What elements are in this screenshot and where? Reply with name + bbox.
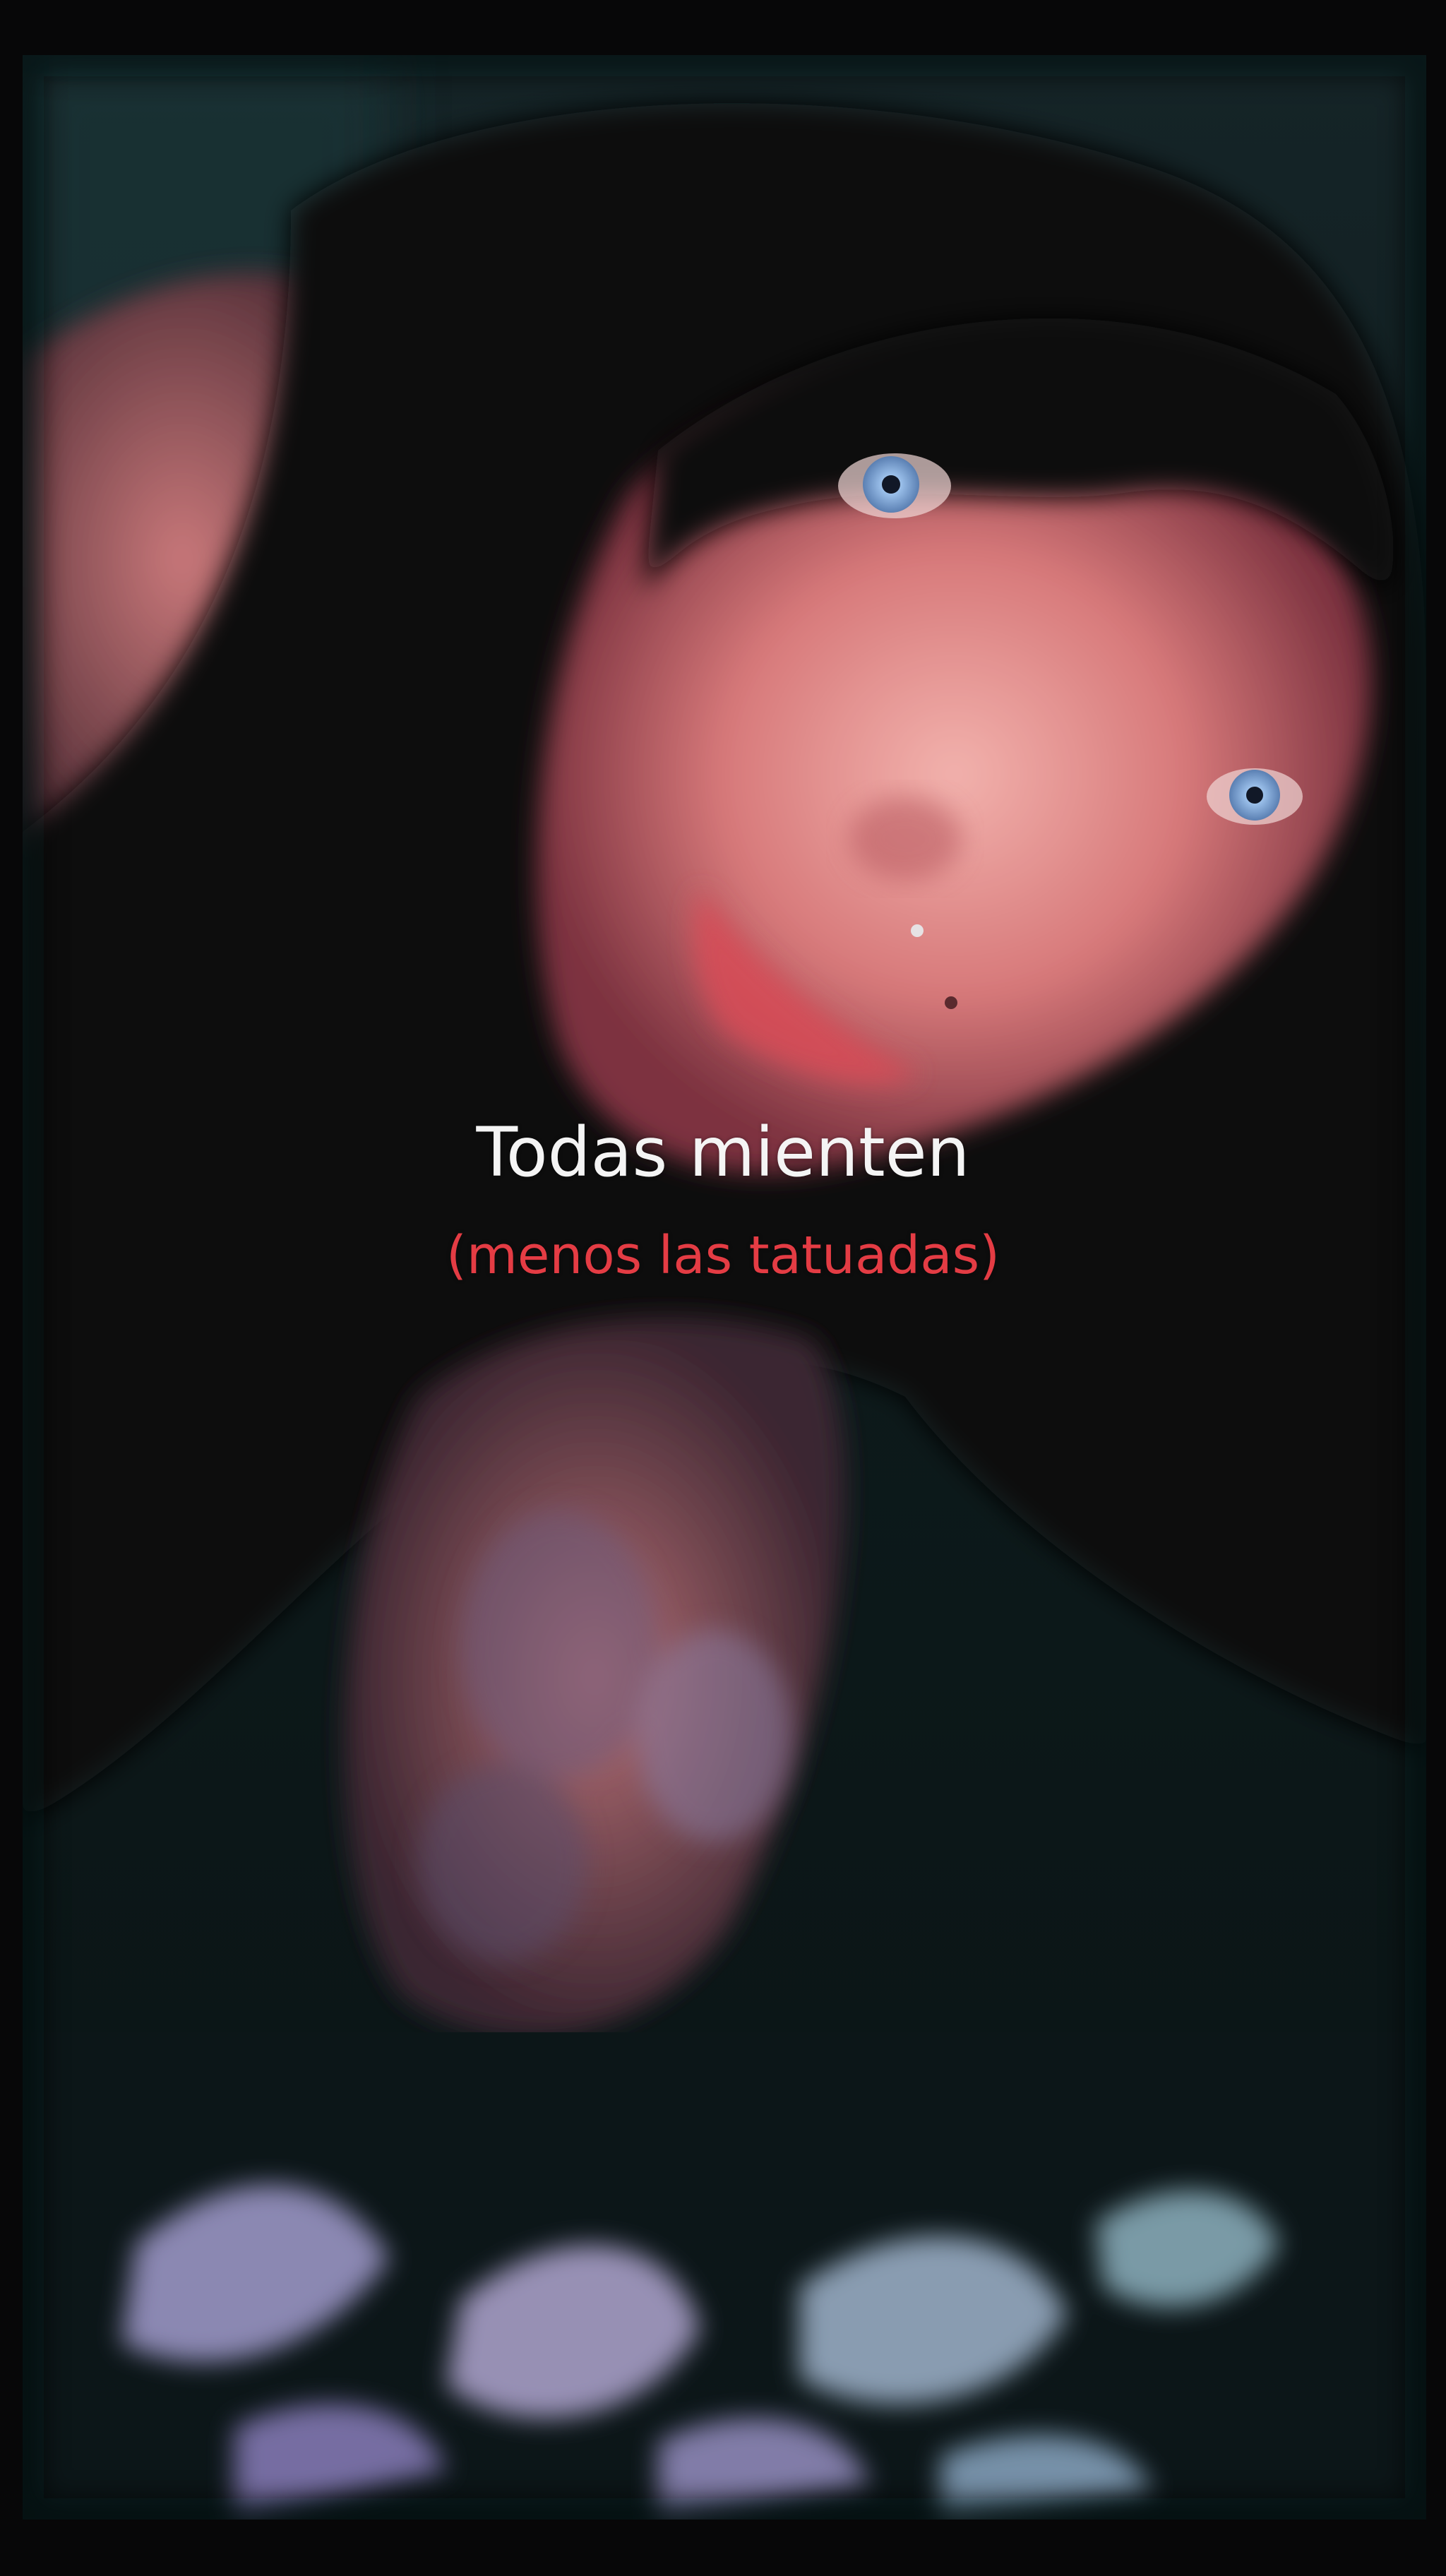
video-frame: Todas mienten (menos las tatuadas) <box>0 0 1446 2576</box>
overlay-headline: Todas mienten <box>476 1113 970 1192</box>
overlay-subline: (menos las tatuadas) <box>446 1225 1000 1286</box>
